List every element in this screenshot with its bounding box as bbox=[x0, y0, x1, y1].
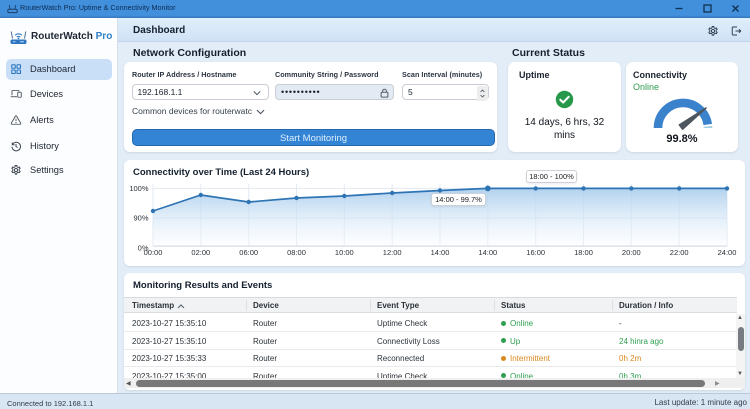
svg-text:00:00: 00:00 bbox=[144, 248, 163, 257]
svg-text:100%: 100% bbox=[129, 184, 149, 193]
svg-text:16:00: 16:00 bbox=[526, 248, 545, 257]
svg-text:18:00: 18:00 bbox=[574, 248, 593, 257]
svg-text:22:00: 22:00 bbox=[670, 248, 689, 257]
svg-text:06:00: 06:00 bbox=[239, 248, 258, 257]
svg-text:14:00: 14:00 bbox=[478, 248, 497, 257]
svg-text:12:00: 12:00 bbox=[383, 248, 402, 257]
svg-text:02:00: 02:00 bbox=[191, 248, 210, 257]
svg-text:20:00: 20:00 bbox=[622, 248, 641, 257]
svg-text:10:00: 10:00 bbox=[335, 248, 354, 257]
svg-text:24:00: 24:00 bbox=[718, 248, 737, 257]
svg-text:08:00: 08:00 bbox=[287, 248, 306, 257]
svg-text:90%: 90% bbox=[133, 214, 148, 223]
svg-text:14:00: 14:00 bbox=[431, 248, 450, 257]
